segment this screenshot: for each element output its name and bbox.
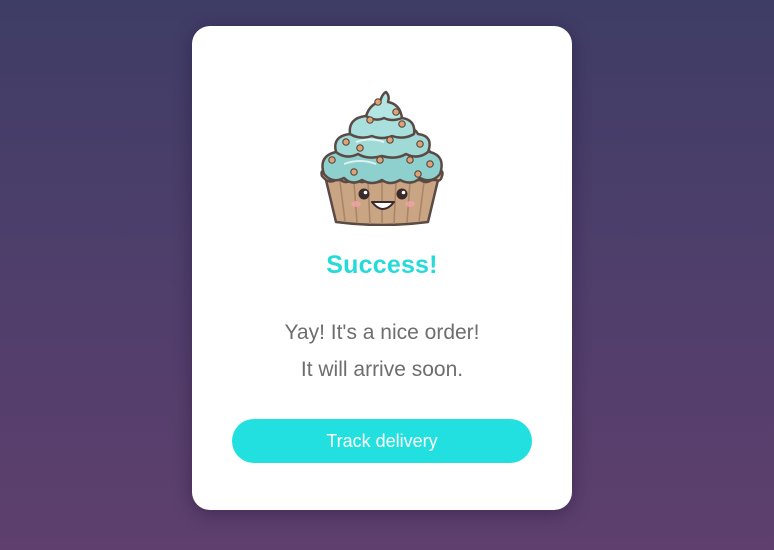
track-delivery-button[interactable]: Track delivery xyxy=(232,419,532,463)
success-message: Yay! It's a nice order! It will arrive s… xyxy=(192,314,572,388)
message-line-1: Yay! It's a nice order! xyxy=(284,321,480,344)
success-dialog: Success! Yay! It's a nice order! It will… xyxy=(192,26,572,510)
success-title: Success! xyxy=(326,251,438,279)
cupcake-illustration xyxy=(320,90,444,227)
message-line-2: It will arrive soon. xyxy=(300,358,464,381)
